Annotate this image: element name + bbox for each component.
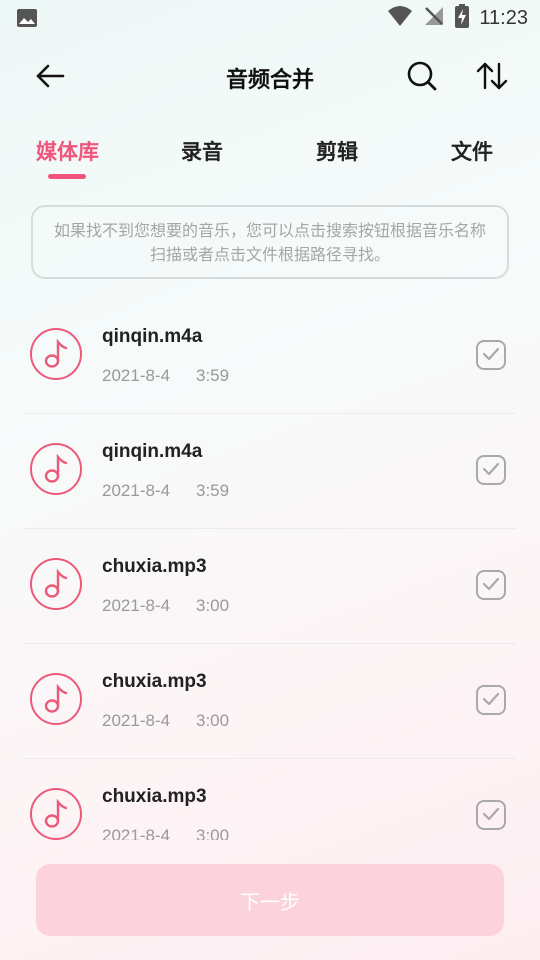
select-checkbox[interactable] [476,800,506,830]
audio-file-list: qinqin.m4a 2021-8-4 3:59 qinqin.m4a 2021… [0,298,540,840]
check-icon [482,346,500,365]
file-duration: 3:00 [196,711,230,730]
music-note-icon [30,443,82,495]
status-bar: 11:23 [0,0,540,36]
file-date: 2021-8-4 [102,596,171,615]
file-duration: 3:00 [196,596,230,615]
sort-button[interactable] [470,60,514,96]
file-duration: 3:00 [196,826,230,840]
music-note-icon [30,328,82,380]
select-checkbox[interactable] [476,685,506,715]
list-item[interactable]: chuxia.mp3 2021-8-4 3:00 [24,643,516,759]
file-duration: 3:59 [196,366,230,385]
list-item[interactable]: qinqin.m4a 2021-8-4 3:59 [24,413,516,529]
select-checkbox[interactable] [476,340,506,370]
tab-indicator [48,174,86,179]
tab-recording[interactable]: 录音 [181,136,223,166]
wifi-icon [387,5,413,31]
check-icon [482,576,500,595]
check-icon [482,461,500,480]
file-date: 2021-8-4 [102,366,171,385]
check-icon [482,806,500,825]
tab-edit[interactable]: 剪辑 [316,136,358,166]
file-duration: 3:59 [196,481,230,500]
file-name: chuxia.mp3 [102,556,207,577]
file-date: 2021-8-4 [102,481,171,500]
list-item[interactable]: qinqin.m4a 2021-8-4 3:59 [24,298,516,414]
image-icon [16,8,38,32]
tab-bar: 媒体库 录音 剪辑 文件 [0,130,540,190]
status-icons: 11:23 [387,4,528,32]
check-icon [482,691,500,710]
tab-file[interactable]: 文件 [451,136,493,166]
tip-notice: 如果找不到您想要的音乐，您可以点击搜索按钮根据音乐名称扫描或者点击文件根据路径寻… [31,205,509,279]
list-item[interactable]: chuxia.mp3 2021-8-4 3:00 [24,758,516,840]
battery-charging-icon [455,4,470,32]
list-item[interactable]: chuxia.mp3 2021-8-4 3:00 [24,528,516,644]
search-icon [406,60,438,96]
tab-media-library[interactable]: 媒体库 [36,136,99,166]
file-name: qinqin.m4a [102,441,203,462]
file-name: chuxia.mp3 [102,786,207,807]
select-checkbox[interactable] [476,570,506,600]
file-name: chuxia.mp3 [102,671,207,692]
select-checkbox[interactable] [476,455,506,485]
file-date: 2021-8-4 [102,826,171,840]
music-note-icon [30,673,82,725]
page-title: 音频合并 [225,68,314,93]
file-date: 2021-8-4 [102,711,171,730]
music-note-icon [30,788,82,840]
clock: 11:23 [479,6,528,29]
search-button[interactable] [402,60,442,96]
sort-icon [475,61,509,95]
file-name: qinqin.m4a [102,326,203,347]
next-step-button[interactable]: 下一步 [36,864,504,936]
app-header: 音频合并 [0,50,540,106]
signal-off-icon [423,5,445,31]
music-note-icon [30,558,82,610]
